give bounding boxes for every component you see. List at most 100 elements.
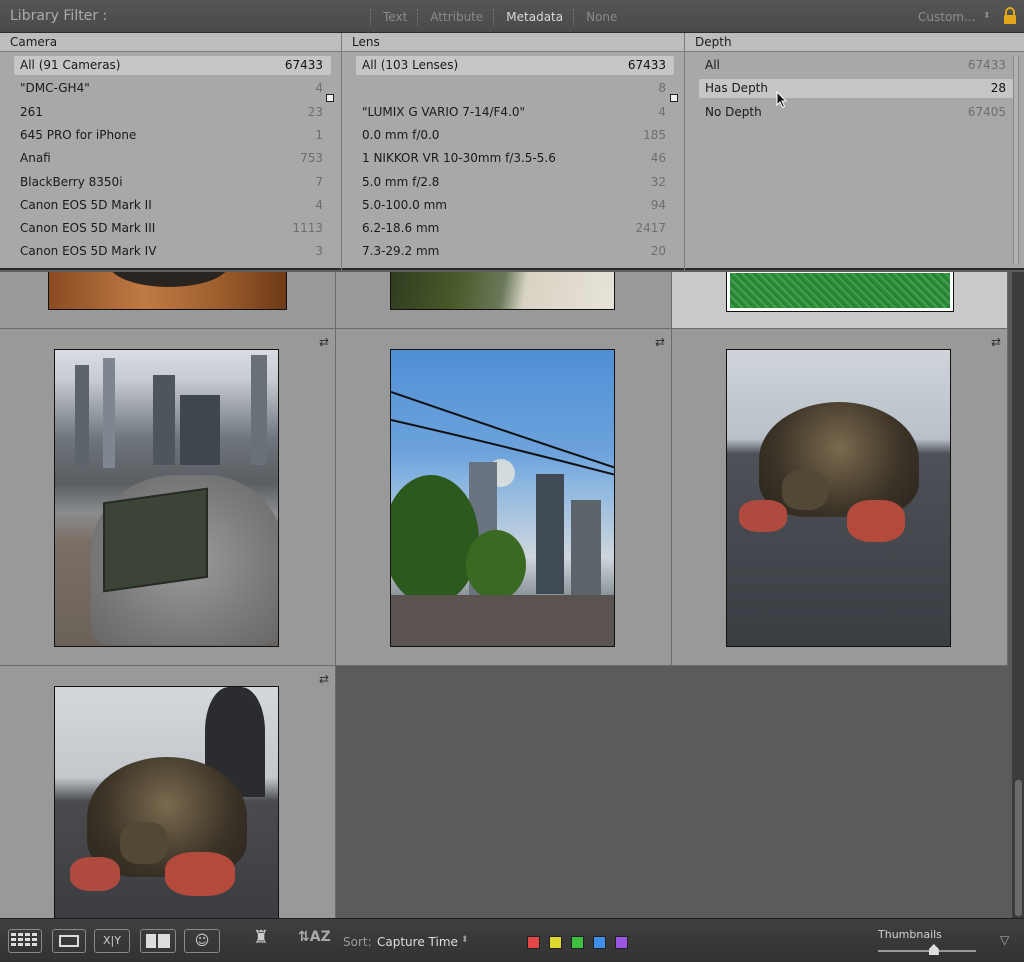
lens-list-item[interactable]: 0.0 mm f/0.0 185 — [356, 126, 674, 145]
tab-text[interactable]: Text — [370, 9, 417, 25]
survey-view-icon — [146, 934, 170, 948]
lens-item-label: 5.0-100.0 mm — [362, 197, 447, 212]
lens-item-label: "LUMIX G VARIO 7-14/F4.0" — [362, 104, 526, 119]
lens-item-label: All (103 Lenses) — [362, 58, 459, 72]
lens-item-count: 4 — [658, 104, 666, 119]
lens-item-count: 20 — [650, 244, 666, 259]
filter-preset-select[interactable]: Custom... — [918, 10, 975, 24]
camera-multi-select-checkbox[interactable] — [326, 94, 334, 102]
spray-can-icon[interactable]: ♜ — [248, 927, 274, 955]
loupe-view-button[interactable] — [52, 929, 86, 953]
photo-thumbnail[interactable] — [54, 686, 279, 918]
lens-list-item[interactable]: 5.0 mm f/2.8 32 — [356, 173, 674, 192]
lens-list-item[interactable]: 6.2-18.6 mm 2417 — [356, 219, 674, 238]
camera-list-item[interactable]: 645 PRO for iPhone 1 — [14, 126, 331, 145]
lens-list-item[interactable]: 7.3-29.2 mm 20 — [356, 242, 674, 261]
depth-list-item[interactable]: Has Depth 28 — [699, 79, 1014, 99]
tab-attribute[interactable]: Attribute — [417, 9, 493, 25]
color-label-red[interactable] — [527, 936, 540, 949]
photo-thumbnail[interactable] — [390, 272, 615, 310]
grid-cell[interactable]: ⇄ — [0, 329, 336, 666]
camera-item-count: 4 — [315, 197, 323, 212]
lens-list-item[interactable]: 1 NIKKOR VR 10-30mm f/3.5-5.6 46 — [356, 149, 674, 168]
camera-item-label: BlackBerry 8350i — [20, 174, 123, 189]
compare-view-button[interactable]: X|Y — [94, 929, 130, 953]
depth-list: All 67433 Has Depth 28 No Depth 67405 — [685, 52, 1024, 268]
camera-item-count: 67433 — [284, 58, 323, 72]
sort-select[interactable]: Capture Time — [377, 935, 458, 949]
photo-thumbnail[interactable] — [726, 349, 951, 647]
photo-thumbnail[interactable] — [48, 272, 287, 310]
grid-cell[interactable] — [336, 272, 672, 329]
lens-item-label: 5.0 mm f/2.8 — [362, 174, 440, 189]
camera-column: Camera All (91 Cameras) 67433 "DMC-GH4" 4 26… — [0, 33, 341, 270]
face-icon: ☺ — [194, 933, 210, 949]
grid-view-button[interactable] — [8, 929, 42, 953]
people-view-button[interactable]: ☺ — [184, 929, 220, 953]
color-label-green[interactable] — [571, 936, 584, 949]
metadata-badge-icon[interactable]: ⇄ — [655, 335, 665, 349]
lens-multi-select-checkbox[interactable] — [670, 94, 678, 102]
metadata-badge-icon[interactable]: ⇄ — [991, 335, 1001, 349]
preset-chevron-icon[interactable]: ⬍ — [983, 11, 991, 21]
depth-item-label: Has Depth — [705, 81, 768, 96]
color-label-blue[interactable] — [593, 936, 606, 949]
depth-list-item[interactable]: No Depth 67405 — [699, 103, 1014, 122]
camera-list: All (91 Cameras) 67433 "DMC-GH4" 4 261 23 645 … — [0, 52, 341, 268]
lens-list-item[interactable]: "LUMIX G VARIO 7-14/F4.0" 4 — [356, 103, 674, 122]
bottom-toolbar: X|Y ☺ ♜ ⇅AZ Sort: Capture Time ⬍ Thumbna… — [0, 918, 1024, 962]
lens-column-header[interactable]: Lens — [342, 33, 684, 52]
mouse-cursor-icon — [776, 91, 788, 109]
grid-scrollbar[interactable] — [1012, 272, 1024, 918]
thumbnail-size-slider[interactable] — [878, 950, 976, 952]
photo-thumbnail[interactable] — [726, 272, 954, 312]
tab-metadata[interactable]: Metadata — [493, 9, 573, 25]
camera-list-item[interactable]: 261 23 — [14, 103, 331, 122]
camera-item-label: Canon EOS 5D Mark II — [20, 197, 152, 212]
grid-cell[interactable]: ⇄ — [336, 329, 672, 666]
color-label-purple[interactable] — [615, 936, 628, 949]
library-filter-bar: Library Filter : Text Attribute Metadata… — [0, 0, 1024, 33]
grid-cell[interactable] — [0, 272, 336, 329]
lens-item-count: 67433 — [627, 58, 666, 72]
metadata-badge-icon[interactable]: ⇄ — [319, 672, 329, 686]
camera-list-item[interactable]: "DMC-GH4" 4 — [14, 79, 331, 98]
grid-cell-selected[interactable] — [672, 272, 1008, 329]
toolbar-menu-chevron-icon[interactable]: ▽ — [1000, 933, 1009, 947]
survey-view-button[interactable] — [140, 929, 176, 953]
camera-list-item[interactable]: Anafi 753 — [14, 149, 331, 168]
depth-column: Depth All 67433 Has Depth 28 No Depth 67405 — [685, 33, 1024, 270]
camera-column-header[interactable]: Camera — [0, 33, 341, 52]
lens-list-item[interactable]: 5.0-100.0 mm 94 — [356, 196, 674, 215]
camera-list-item[interactable]: Canon EOS 5D Mark III 1113 — [14, 219, 331, 238]
camera-list-item[interactable]: BlackBerry 8350i 7 — [14, 173, 331, 192]
camera-list-item[interactable]: Canon EOS 5D Mark IV 3 — [14, 242, 331, 261]
lock-icon[interactable] — [1002, 7, 1018, 25]
camera-list-item[interactable]: All (91 Cameras) 67433 — [14, 56, 331, 75]
color-label-yellow[interactable] — [549, 936, 562, 949]
camera-item-count: 23 — [307, 104, 323, 119]
tab-none[interactable]: None — [573, 9, 627, 25]
thumbnail-size-slider-knob[interactable] — [928, 944, 939, 955]
sort-chevron-icon[interactable]: ⬍ — [461, 935, 469, 945]
lens-list-item[interactable]: 8 — [356, 79, 674, 98]
depth-column-header[interactable]: Depth — [685, 33, 1024, 52]
grid-view-icon — [11, 933, 37, 946]
sort-direction-icon[interactable]: ⇅AZ — [298, 929, 334, 955]
camera-item-label: 261 — [20, 104, 43, 119]
photo-thumbnail[interactable] — [54, 349, 279, 647]
lens-item-label: 1 NIKKOR VR 10-30mm f/3.5-5.6 — [362, 151, 556, 166]
camera-list-item[interactable]: Canon EOS 5D Mark II 4 — [14, 196, 331, 215]
camera-item-count: 4 — [315, 81, 323, 96]
grid-cell[interactable]: ⇄ — [672, 329, 1008, 666]
filter-tabs: Text Attribute Metadata None — [370, 9, 627, 25]
depth-list-item[interactable]: All 67433 — [699, 56, 1014, 75]
depth-column-scrollbar[interactable] — [1013, 55, 1019, 265]
sort-label: Sort: — [343, 935, 372, 949]
grid-scrollbar-thumb[interactable] — [1015, 780, 1022, 916]
photo-thumbnail[interactable] — [390, 349, 615, 647]
lens-list: All (103 Lenses) 67433 8 "LUMIX G VARIO 7-1… — [342, 52, 684, 268]
lens-list-item[interactable]: All (103 Lenses) 67433 — [356, 56, 674, 75]
metadata-badge-icon[interactable]: ⇄ — [319, 335, 329, 349]
grid-cell[interactable]: ⇄ — [0, 666, 336, 918]
